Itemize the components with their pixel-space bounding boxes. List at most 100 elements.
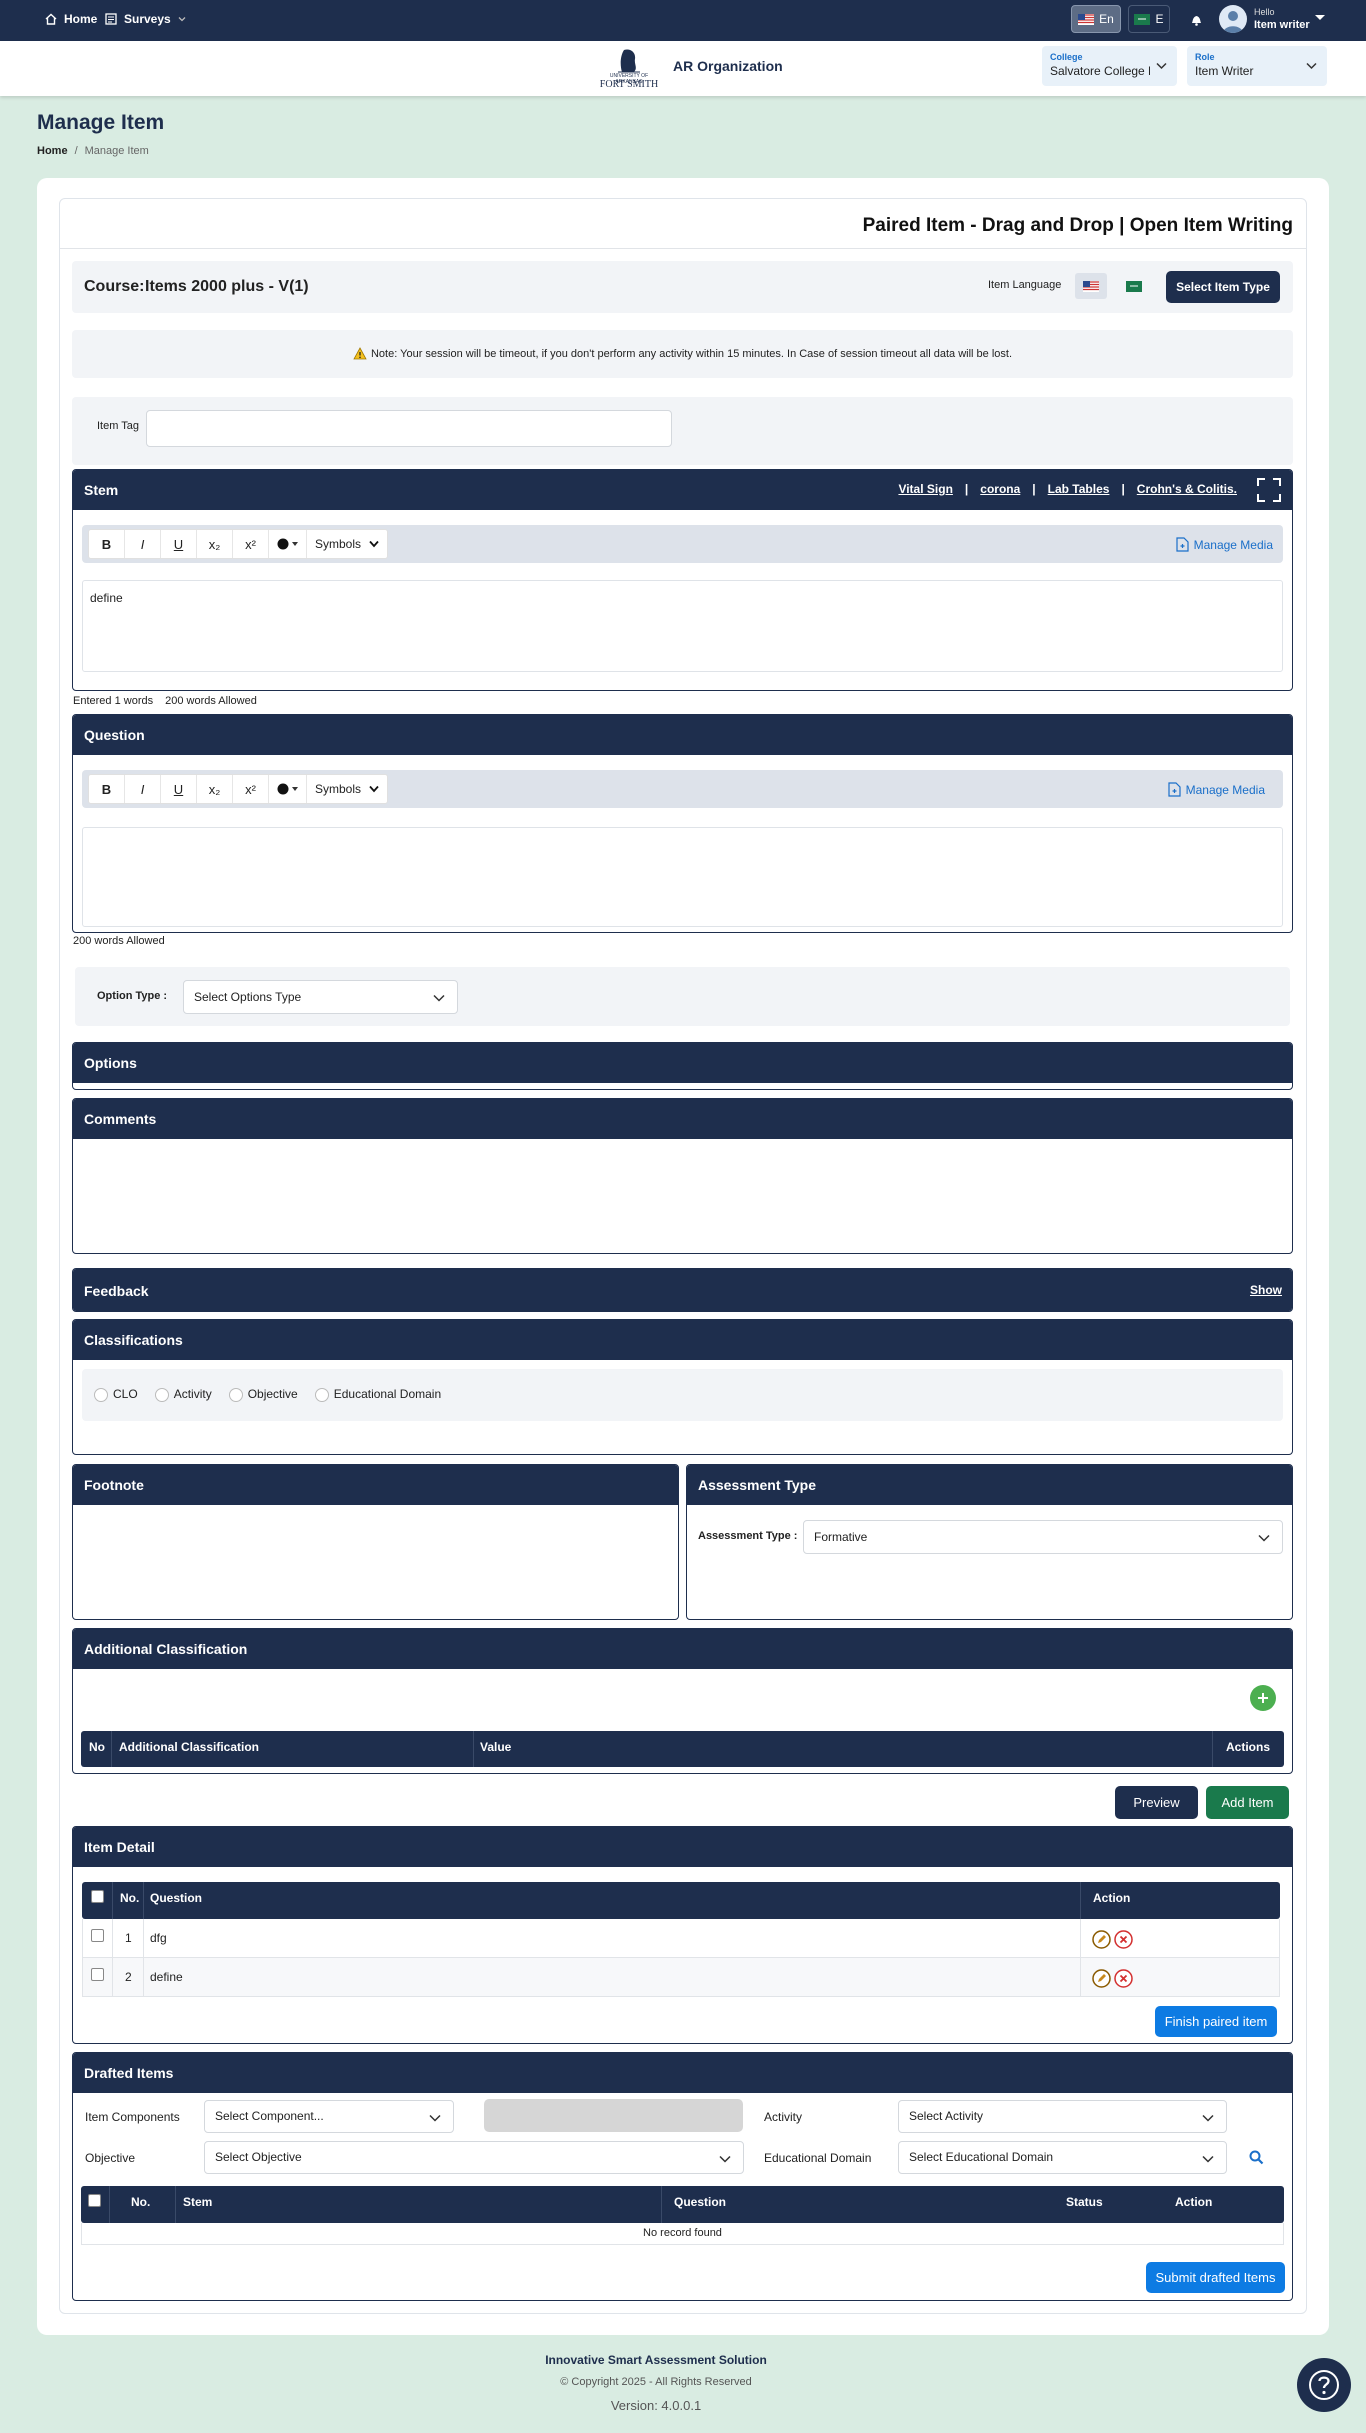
options-title: Options (84, 1055, 137, 1071)
classifications-header: Classifications (73, 1320, 1292, 1360)
link-vital-sign[interactable]: Vital Sign (898, 482, 952, 496)
footnote-header: Footnote (73, 1465, 678, 1505)
symbols-select[interactable]: Symbols (307, 782, 387, 796)
add-classification-button[interactable] (1250, 1685, 1276, 1711)
comments-textarea[interactable] (73, 1139, 1292, 1253)
stem-manage-media[interactable]: Manage Media (1176, 537, 1273, 552)
caret-down-icon (1315, 15, 1325, 20)
feedback-header: Feedback Show (73, 1269, 1292, 1311)
educational-domain-select[interactable]: Select Educational Domain (898, 2141, 1227, 2174)
notification-bell[interactable] (1189, 12, 1204, 27)
link-lab-tables[interactable]: Lab Tables (1048, 482, 1110, 496)
footer-title: Innovative Smart Assessment Solution (545, 2353, 767, 2367)
activity-label: Activity (764, 2110, 803, 2124)
finish-paired-item-button[interactable]: Finish paired item (1155, 2006, 1277, 2037)
option-type-select[interactable]: Select Options Type (183, 980, 458, 1014)
avatar[interactable] (1219, 5, 1247, 33)
select-all-checkbox[interactable] (88, 2194, 101, 2207)
col-value: Value (480, 1740, 512, 1754)
radio-clo[interactable]: CLO (94, 1387, 138, 1402)
link-separator: | (1121, 482, 1125, 496)
page-title: Manage Item (37, 111, 165, 134)
assessment-type-select[interactable]: Formative (803, 1520, 1283, 1554)
question-manage-media[interactable]: Manage Media (1168, 782, 1265, 797)
college-value: Salvatore College M (1050, 64, 1150, 78)
item-lang-ar-button[interactable] (1118, 273, 1150, 299)
chevron-down-icon (1156, 62, 1167, 70)
stem-allowed-words: 200 words Allowed (165, 695, 257, 707)
row-question: define (150, 1970, 183, 1984)
activity-select[interactable]: Select Activity (898, 2100, 1227, 2133)
row-checkbox[interactable] (91, 1929, 104, 1942)
col-actions: Actions (1226, 1740, 1271, 1754)
italic-button[interactable]: I (125, 775, 161, 803)
home-icon (45, 13, 57, 25)
question-mark-icon (1309, 2370, 1339, 2400)
option-type-label: Option Type : (97, 990, 168, 1002)
italic-button[interactable]: I (125, 530, 161, 558)
underline-button[interactable]: U (161, 530, 197, 558)
manage-media-label: Manage Media (1185, 782, 1265, 797)
question-editor[interactable] (82, 827, 1283, 927)
college-label: College (1050, 52, 1083, 62)
col-no: No. (120, 1891, 140, 1905)
chevron-down-icon (433, 994, 445, 1002)
role-select[interactable]: Role Item Writer (1187, 46, 1327, 86)
lang-ar-button[interactable]: E (1128, 5, 1170, 33)
symbols-select[interactable]: Symbols (307, 537, 387, 551)
additional-classification-title: Additional Classification (84, 1641, 248, 1657)
footnote-textarea[interactable] (73, 1505, 678, 1619)
college-select[interactable]: College Salvatore College M (1042, 46, 1177, 86)
color-dot-icon (277, 538, 298, 550)
row-no: 2 (125, 1970, 132, 1984)
radio-educational-domain[interactable]: Educational Domain (314, 1387, 442, 1402)
question-allowed-words: 200 words Allowed (73, 935, 165, 947)
feedback-show-link[interactable]: Show (1250, 1283, 1282, 1297)
objective-select[interactable]: Select Objective (204, 2141, 744, 2174)
text-color-button[interactable] (269, 530, 307, 558)
bold-button[interactable]: B (89, 775, 125, 803)
edit-icon[interactable] (1092, 1930, 1111, 1949)
superscript-button[interactable]: x² (233, 775, 269, 803)
footnote-title: Footnote (84, 1477, 144, 1493)
manage-media-label: Manage Media (1193, 537, 1273, 552)
edit-icon[interactable] (1092, 1969, 1111, 1988)
superscript-button[interactable]: x² (233, 530, 269, 558)
radio-educational-domain-label: Educational Domain (333, 1387, 442, 1401)
nav-home[interactable]: Home (44, 12, 97, 26)
question-title: Question (84, 727, 145, 743)
radio-objective[interactable]: Objective (228, 1387, 298, 1402)
help-button[interactable] (1297, 2358, 1351, 2412)
lang-en-button[interactable]: En (1071, 5, 1121, 33)
subscript-button[interactable]: x₂ (197, 775, 233, 803)
underline-button[interactable]: U (161, 775, 197, 803)
col-status: Status (1066, 2195, 1103, 2209)
delete-icon[interactable] (1114, 1969, 1133, 1988)
submit-drafted-items-button[interactable]: Submit drafted Items (1146, 2262, 1285, 2293)
delete-icon[interactable] (1114, 1930, 1133, 1949)
item-components-select[interactable]: Select Component... (204, 2100, 454, 2133)
item-lang-en-button[interactable] (1075, 273, 1107, 299)
fullscreen-button[interactable] (1256, 477, 1282, 503)
select-all-checkbox[interactable] (91, 1890, 104, 1903)
search-icon[interactable] (1249, 2150, 1264, 2165)
subscript-button[interactable]: x₂ (197, 530, 233, 558)
nav-surveys[interactable]: Surveys (104, 12, 187, 26)
objective-value: Select Objective (215, 2150, 302, 2164)
stem-editor[interactable]: define (82, 580, 1283, 672)
link-crohns-colitis[interactable]: Crohn's & Colitis. (1137, 482, 1237, 496)
classifications-title: Classifications (84, 1332, 183, 1348)
radio-activity[interactable]: Activity (154, 1387, 212, 1402)
preview-button[interactable]: Preview (1115, 1786, 1198, 1819)
text-color-button[interactable] (269, 775, 307, 803)
col-action: Action (1175, 2195, 1213, 2209)
item-tag-input[interactable] (146, 410, 672, 447)
breadcrumb-home[interactable]: Home (37, 145, 68, 157)
bold-button[interactable]: B (89, 530, 125, 558)
row-checkbox[interactable] (91, 1968, 104, 1981)
link-corona[interactable]: corona (980, 482, 1020, 496)
add-item-button[interactable]: Add Item (1206, 1786, 1289, 1819)
nav-surveys-label: Surveys (124, 12, 171, 26)
user-menu-toggle[interactable] (1314, 12, 1326, 22)
select-item-type-button[interactable]: Select Item Type (1166, 271, 1280, 303)
